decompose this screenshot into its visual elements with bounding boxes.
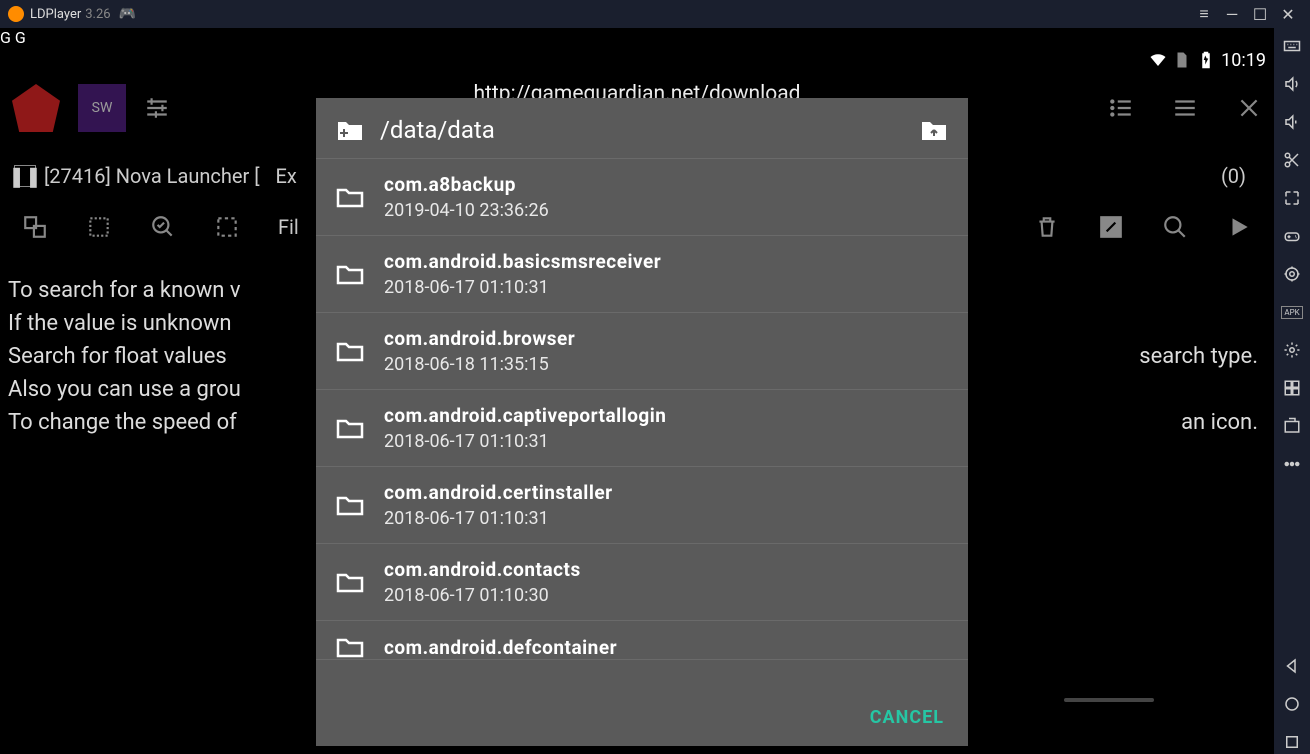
titlebar: LDPlayer 3.26 🎮 ≡ — ☐ ✕ xyxy=(0,0,1310,28)
multi-window-icon[interactable] xyxy=(1280,376,1304,400)
hamburger-icon[interactable] xyxy=(1172,95,1198,121)
app-version: 3.26 xyxy=(85,7,110,22)
maximize-button[interactable]: ☐ xyxy=(1246,5,1274,24)
directory-name: com.android.defcontainer xyxy=(384,636,617,659)
folder-icon xyxy=(336,185,364,209)
screenshot-icon[interactable] xyxy=(1280,414,1304,438)
keyboard-icon[interactable] xyxy=(1280,34,1304,58)
more-icon[interactable] xyxy=(1280,452,1304,476)
fil-label: Fil xyxy=(278,215,299,239)
directory-item[interactable]: com.android.contacts 2018-06-17 01:10:30 xyxy=(316,544,968,621)
search-icon[interactable] xyxy=(1162,214,1188,240)
new-folder-icon[interactable] xyxy=(336,118,364,142)
dice-icon[interactable] xyxy=(22,214,48,240)
emulator-sidebar: APK xyxy=(1274,28,1310,754)
directory-date: 2018-06-17 01:10:31 xyxy=(384,508,613,529)
apk-icon[interactable]: APK xyxy=(1280,300,1304,324)
cancel-button[interactable]: CANCEL xyxy=(870,707,944,728)
process-label: [27416] Nova Launcher [ xyxy=(44,164,260,188)
home-icon[interactable] xyxy=(1280,692,1304,716)
edit-icon[interactable] xyxy=(1098,214,1124,240)
ldplayer-logo-icon xyxy=(8,6,24,22)
result-count: (0) xyxy=(1221,164,1246,188)
fullscreen-icon[interactable] xyxy=(1280,186,1304,210)
close-icon[interactable] xyxy=(1236,95,1262,121)
directory-date: 2019-04-10 23:36:26 xyxy=(384,200,549,221)
directory-date: 2018-06-17 01:10:31 xyxy=(384,277,661,298)
folder-icon xyxy=(336,262,364,286)
folder-icon xyxy=(336,416,364,440)
directory-item[interactable]: com.a8backup 2019-04-10 23:36:26 xyxy=(316,158,968,236)
directory-name: com.android.captiveportallogin xyxy=(384,404,666,427)
directory-name: com.android.basicsmsreceiver xyxy=(384,250,661,273)
back-icon[interactable] xyxy=(1280,654,1304,678)
play-icon[interactable] xyxy=(1226,214,1252,240)
pause-button[interactable]: ❚❚ xyxy=(14,165,36,187)
directory-name: com.android.certinstaller xyxy=(384,481,613,504)
trash-icon[interactable] xyxy=(1034,214,1060,240)
emulator-screen: G G 10:19 SW http://gameguardian.net/dow… xyxy=(0,28,1274,754)
scissors-icon[interactable] xyxy=(1280,148,1304,172)
recents-icon[interactable] xyxy=(1280,730,1304,754)
select-icon[interactable] xyxy=(86,214,112,240)
gamepad-icon: 🎮 xyxy=(119,6,136,22)
directory-date: 2018-06-17 01:10:31 xyxy=(384,431,666,452)
settings-icon[interactable] xyxy=(1280,338,1304,362)
directory-name: com.android.browser xyxy=(384,327,575,350)
controller-icon[interactable] xyxy=(1280,224,1304,248)
sw-hex-icon: SW xyxy=(78,84,126,132)
directory-name: com.a8backup xyxy=(384,173,549,196)
minimize-button[interactable]: — xyxy=(1218,5,1246,24)
nav-pill-icon xyxy=(1064,698,1154,702)
directory-item[interactable]: com.android.browser 2018-06-18 11:35:15 xyxy=(316,313,968,390)
menu-button[interactable]: ≡ xyxy=(1190,4,1218,24)
folder-icon xyxy=(336,635,364,659)
ex-label: Ex xyxy=(276,164,297,188)
file-picker-dialog: /data/data com.a8backup 2019-04-10 23:36… xyxy=(316,98,968,746)
sliders-icon[interactable] xyxy=(144,95,170,121)
directory-item[interactable]: com.android.certinstaller 2018-06-17 01:… xyxy=(316,467,968,544)
folder-icon xyxy=(336,339,364,363)
list-icon[interactable] xyxy=(1108,95,1134,121)
app-name: LDPlayer xyxy=(30,7,81,22)
folder-icon xyxy=(336,493,364,517)
search-check-icon[interactable] xyxy=(150,214,176,240)
home-hex-icon xyxy=(12,84,60,132)
directory-item[interactable]: com.android.defcontainer xyxy=(316,621,968,660)
current-path: /data/data xyxy=(380,116,904,144)
folder-up-icon[interactable] xyxy=(920,118,948,142)
close-button[interactable]: ✕ xyxy=(1274,5,1302,24)
directory-item[interactable]: com.android.captiveportallogin 2018-06-1… xyxy=(316,390,968,467)
directory-date: 2018-06-18 11:35:15 xyxy=(384,354,575,375)
volume-up-icon[interactable] xyxy=(1280,72,1304,96)
directory-item[interactable]: com.android.basicsmsreceiver 2018-06-17 … xyxy=(316,236,968,313)
directory-date: 2018-06-17 01:10:30 xyxy=(384,585,581,606)
directory-name: com.android.contacts xyxy=(384,558,581,581)
folder-icon xyxy=(336,570,364,594)
marquee-icon[interactable] xyxy=(214,214,240,240)
volume-down-icon[interactable] xyxy=(1280,110,1304,134)
location-icon[interactable] xyxy=(1280,262,1304,286)
directory-list: com.a8backup 2019-04-10 23:36:26 com.and… xyxy=(316,158,968,689)
